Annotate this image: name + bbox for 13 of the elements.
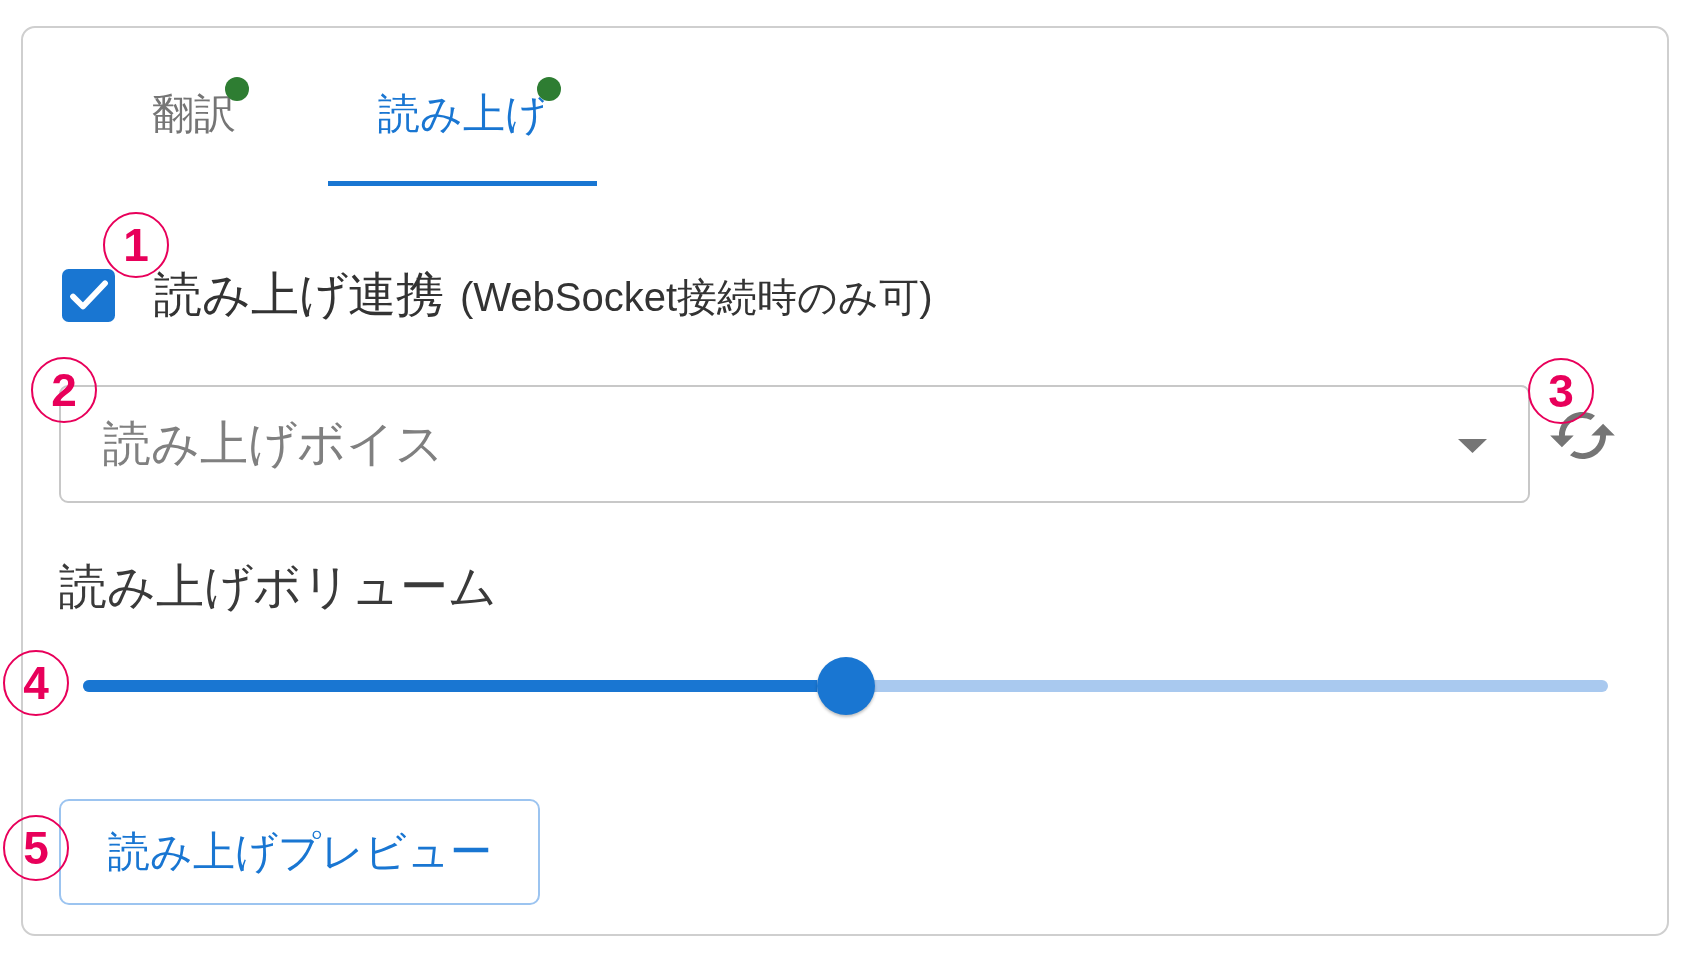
- refresh-icon[interactable]: [1550, 412, 1615, 459]
- tab[interactable]: 翻訳: [59, 40, 328, 186]
- callout-number: 3: [1528, 358, 1594, 424]
- slider-thumb[interactable]: [816, 657, 875, 715]
- volume-label: 読み上げボリューム: [59, 559, 497, 615]
- callout-number: 4: [3, 650, 69, 716]
- connection-note: (WebSocket接続時のみ可): [460, 274, 933, 321]
- callout-number: 5: [3, 815, 69, 881]
- preview-button[interactable]: 読み上げプレビュー: [59, 799, 540, 905]
- callout-number: 2: [31, 357, 97, 423]
- checkbox[interactable]: [62, 268, 115, 322]
- caret-icon: [1458, 439, 1487, 453]
- tab[interactable]: 読み上げ: [328, 40, 597, 186]
